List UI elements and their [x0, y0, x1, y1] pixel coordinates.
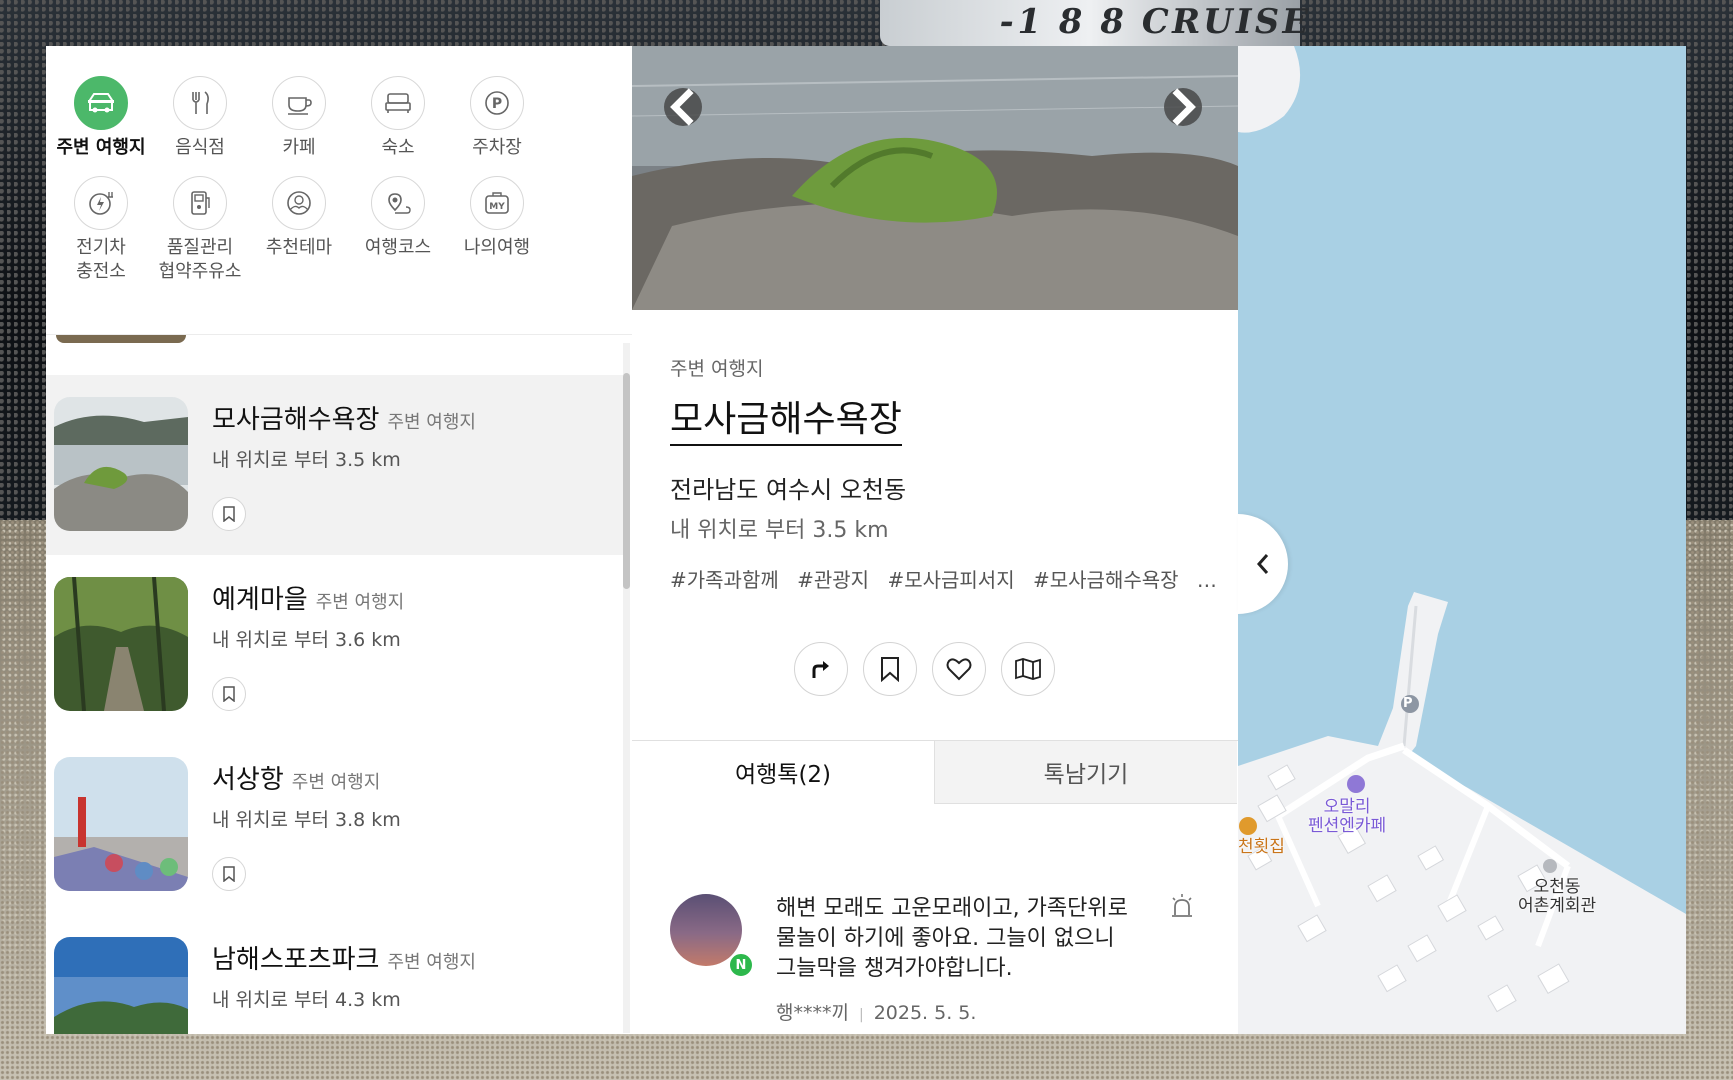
place-thumbnail	[54, 937, 188, 1034]
directions-button[interactable]	[794, 642, 848, 696]
bookmark-button[interactable]	[863, 642, 917, 696]
tab-travel-talk[interactable]: 여행톡(2)	[632, 741, 934, 803]
photo-next-button[interactable]	[1164, 88, 1202, 126]
list-item[interactable]: 서상항 주변 여행지 내 위치로 부터 3.8 km	[46, 735, 626, 916]
gas-station-icon	[173, 176, 227, 230]
directions-arrow-icon	[812, 661, 829, 678]
my-trip-icon: MY	[470, 176, 524, 230]
nearby-panel: 주변 여행지 음식점 카페 숙소 P 주차장 전기차 충전소 품질관리 협약주유…	[46, 46, 633, 1034]
svg-text:P: P	[492, 96, 502, 112]
folded-map-icon	[1015, 658, 1041, 680]
bookmark-icon	[223, 686, 235, 702]
detail-title[interactable]: 모사금해수욕장	[670, 390, 902, 446]
place-title[interactable]: 남해스포츠파크 주변 여행지	[212, 939, 476, 976]
tag[interactable]: #관광지	[797, 568, 869, 592]
detail-distance: 내 위치로 부터 3.5 km	[670, 518, 889, 543]
tag[interactable]: #모사금해수욕장	[1033, 568, 1179, 592]
review-text: 해변 모래도 고운모래이고, 가족단위로 물놀이 하기에 좋아요. 그늘이 없으…	[776, 896, 1128, 981]
list-item[interactable]: 예계마을 주변 여행지 내 위치로 부터 3.6 km	[46, 555, 626, 736]
review-date: 2025. 5. 5.	[873, 1002, 977, 1024]
bookmark-icon	[881, 657, 899, 682]
list-item[interactable]: 남해스포츠파크 주변 여행지 내 위치로 부터 4.3 km	[46, 915, 626, 1034]
list-scrollbar-thumb[interactable]	[623, 373, 630, 589]
place-category: 주변 여행지	[315, 592, 405, 613]
ev-charger-icon	[74, 176, 128, 230]
previous-item-thumbnail-edge	[56, 335, 186, 343]
category-restaurant[interactable]: 음식점	[145, 76, 255, 160]
siren-icon	[1172, 894, 1192, 917]
photo-prev-button[interactable]	[664, 88, 702, 126]
place-photo	[632, 46, 1238, 310]
category-parking[interactable]: P 주차장	[442, 76, 552, 160]
place-title[interactable]: 모사금해수욕장 주변 여행지	[212, 399, 476, 436]
detail-category: 주변 여행지	[670, 358, 764, 380]
place-thumbnail	[54, 757, 188, 891]
list-item[interactable]: 모사금해수욕장 주변 여행지 내 위치로 부터 3.5 km	[46, 375, 626, 556]
category-ev-charger[interactable]: 전기차 충전소	[46, 176, 156, 284]
bookmark-icon	[223, 866, 235, 882]
chevron-right-icon	[1172, 88, 1196, 126]
place-detail-panel: 주변 여행지 모사금해수욕장 전라남도 여수시 오천동 내 위치로 부터 3.5…	[632, 46, 1239, 1034]
category-grid: 주변 여행지 음식점 카페 숙소 P 주차장 전기차 충전소 품질관리 협약주유…	[46, 46, 632, 335]
place-thumbnail	[54, 577, 188, 711]
place-distance: 내 위치로 부터 4.3 km	[212, 989, 401, 1011]
report-button[interactable]	[1168, 892, 1196, 924]
bed-icon	[371, 76, 425, 130]
svg-text:MY: MY	[489, 202, 505, 212]
theme-icon	[272, 176, 326, 230]
map-poi-restaurant[interactable]: 천횟집	[1238, 838, 1285, 857]
map-view-button[interactable]	[1001, 642, 1055, 696]
parking-marker[interactable]: P	[1403, 694, 1413, 713]
category-my-trip[interactable]: MY 나의여행	[442, 176, 552, 260]
review-tabs: 여행톡(2) 톡남기기	[632, 740, 1238, 804]
map-view[interactable]: P 오말리 펜션엔카페 천횟집 오천동 어촌계회관	[1238, 46, 1686, 1034]
category-recommended-theme[interactable]: 추천테마	[244, 176, 354, 260]
coffee-cup-icon	[272, 76, 326, 130]
place-title[interactable]: 서상항 주변 여행지	[212, 759, 380, 796]
category-travel-course[interactable]: 여행코스	[343, 176, 453, 260]
tag[interactable]: #모사금피서지	[887, 568, 1014, 592]
background-plate-text: -1 8 8 CRUISE	[996, 2, 1315, 42]
tag-list: #가족과함께 #관광지 #모사금피서지 #모사금해수욕장 …	[670, 564, 1229, 593]
bookmark-button[interactable]	[212, 677, 246, 711]
review-meta: 행****끼 | 2025. 5. 5.	[776, 998, 976, 1025]
detail-address: 전라남도 여수시 오천동	[670, 476, 907, 504]
app-window: 주변 여행지 음식점 카페 숙소 P 주차장 전기차 충전소 품질관리 협약주유…	[46, 46, 1686, 1034]
place-category: 주변 여행지	[387, 412, 476, 433]
bookmark-icon	[223, 506, 235, 522]
parking-icon: P	[470, 76, 524, 130]
route-icon	[371, 176, 425, 230]
place-thumbnail	[54, 397, 188, 531]
map-poi-community-hall[interactable]: 오천동 어촌계회관	[1518, 878, 1596, 916]
review-item: N 해변 모래도 고운모래이고, 가족단위로 물놀이 하기에 좋아요. 그늘이 …	[632, 826, 1238, 1026]
tag[interactable]: #가족과함께	[670, 568, 779, 592]
category-gas-station[interactable]: 품질관리 협약주유소	[145, 176, 255, 284]
tab-write-talk[interactable]: 톡남기기	[934, 741, 1237, 804]
category-nearby-travel[interactable]: 주변 여행지	[46, 76, 156, 160]
place-list[interactable]: 모사금해수욕장 주변 여행지 내 위치로 부터 3.5 km 예계마을 주변 여행지…	[46, 335, 626, 1034]
place-title[interactable]: 예계마을 주변 여행지	[212, 579, 404, 616]
map-canvas	[1238, 46, 1686, 1034]
car-travel-icon	[74, 76, 128, 130]
chevron-left-icon	[1256, 554, 1269, 574]
place-distance: 내 위치로 부터 3.5 km	[212, 449, 401, 471]
place-category: 주변 여행지	[387, 952, 476, 973]
bookmark-button[interactable]	[212, 857, 246, 891]
place-distance: 내 위치로 부터 3.8 km	[212, 809, 401, 831]
chevron-left-icon	[670, 88, 694, 126]
review-author: 행****끼	[776, 1002, 849, 1024]
meta-divider: |	[858, 1007, 864, 1023]
place-category: 주변 여행지	[291, 772, 381, 793]
map-poi-cafe[interactable]: 오말리 펜션엔카페	[1308, 798, 1386, 836]
heart-icon	[946, 658, 972, 681]
place-distance: 내 위치로 부터 3.6 km	[212, 629, 401, 651]
like-button[interactable]	[932, 642, 986, 696]
category-lodging[interactable]: 숙소	[343, 76, 453, 160]
photo-carousel	[632, 46, 1238, 310]
naver-badge: N	[728, 952, 754, 978]
tags-more[interactable]: …	[1197, 568, 1217, 592]
category-cafe[interactable]: 카페	[244, 76, 354, 160]
bookmark-button[interactable]	[212, 497, 246, 531]
fork-knife-icon	[173, 76, 227, 130]
